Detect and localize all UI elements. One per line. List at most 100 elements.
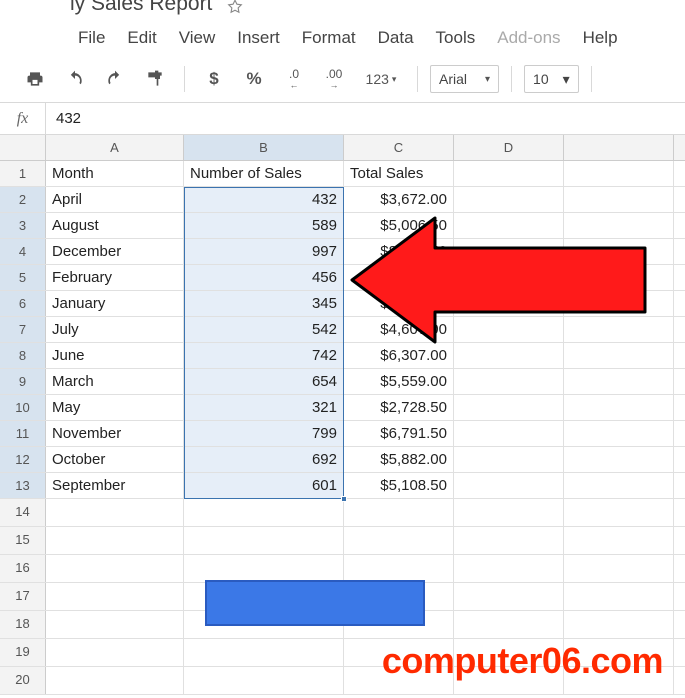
cell[interactable] (564, 343, 674, 368)
formula-input[interactable] (46, 103, 685, 134)
print-icon[interactable] (18, 64, 52, 94)
cell[interactable] (184, 527, 344, 554)
cell[interactable]: 321 (184, 395, 344, 420)
cell[interactable] (564, 369, 674, 394)
cell[interactable] (564, 213, 674, 238)
cell[interactable]: $5,882.00 (344, 447, 454, 472)
row-header[interactable]: 6 (0, 291, 46, 316)
cell[interactable]: January (46, 291, 184, 316)
decrease-decimal-button[interactable]: .0← (277, 64, 311, 94)
cell[interactable]: 542 (184, 317, 344, 342)
cell[interactable]: December (46, 239, 184, 264)
cell[interactable] (564, 395, 674, 420)
undo-icon[interactable] (58, 64, 92, 94)
row-header[interactable]: 4 (0, 239, 46, 264)
cell[interactable] (564, 161, 674, 186)
menu-tools[interactable]: Tools (436, 28, 476, 48)
row-header[interactable]: 2 (0, 187, 46, 212)
cell[interactable] (564, 421, 674, 446)
select-all-corner[interactable] (0, 135, 46, 160)
cell[interactable]: November (46, 421, 184, 446)
row-header[interactable]: 3 (0, 213, 46, 238)
col-header-a[interactable]: A (46, 135, 184, 160)
menu-data[interactable]: Data (378, 28, 414, 48)
row-header[interactable]: 7 (0, 317, 46, 342)
cell[interactable] (564, 265, 674, 290)
cell[interactable] (564, 527, 674, 554)
cell[interactable]: $5,108.50 (344, 473, 454, 498)
cell[interactable] (344, 527, 454, 554)
cell[interactable]: February (46, 265, 184, 290)
row-header[interactable]: 14 (0, 499, 46, 526)
row-header[interactable]: 15 (0, 527, 46, 554)
cell[interactable]: 456 (184, 265, 344, 290)
cell[interactable] (184, 667, 344, 694)
cell[interactable]: 692 (184, 447, 344, 472)
cell[interactable]: 742 (184, 343, 344, 368)
cell[interactable] (46, 499, 184, 526)
paint-format-icon[interactable] (138, 64, 172, 94)
cell[interactable]: Total Sales (344, 161, 454, 186)
cell[interactable] (564, 611, 674, 638)
menu-edit[interactable]: Edit (127, 28, 156, 48)
cell[interactable] (564, 317, 674, 342)
col-header-d[interactable]: D (454, 135, 564, 160)
cell[interactable] (564, 499, 674, 526)
cell[interactable]: September (46, 473, 184, 498)
row-header[interactable]: 13 (0, 473, 46, 498)
cell[interactable] (454, 369, 564, 394)
menu-help[interactable]: Help (583, 28, 618, 48)
row-header[interactable]: 19 (0, 639, 46, 666)
cell[interactable] (454, 499, 564, 526)
cell[interactable] (454, 343, 564, 368)
cell[interactable]: 654 (184, 369, 344, 394)
row-header[interactable]: 18 (0, 611, 46, 638)
row-header[interactable]: 5 (0, 265, 46, 290)
cell[interactable] (454, 187, 564, 212)
cell[interactable] (564, 239, 674, 264)
font-size-select[interactable]: 10 ▾ (524, 65, 579, 93)
cell[interactable] (46, 611, 184, 638)
cell[interactable]: April (46, 187, 184, 212)
cell[interactable] (454, 611, 564, 638)
cell[interactable] (46, 667, 184, 694)
cell[interactable] (454, 239, 564, 264)
col-header-b[interactable]: B (184, 135, 344, 160)
cell[interactable]: 589 (184, 213, 344, 238)
row-header[interactable]: 9 (0, 369, 46, 394)
currency-button[interactable]: $ (197, 64, 231, 94)
row-header[interactable]: 11 (0, 421, 46, 446)
redo-icon[interactable] (98, 64, 132, 94)
cell[interactable] (184, 639, 344, 666)
cell[interactable]: 432 (184, 187, 344, 212)
cell[interactable]: $6,307.00 (344, 343, 454, 368)
cell[interactable] (454, 473, 564, 498)
cell[interactable] (46, 527, 184, 554)
cell[interactable]: $4,607.00 (344, 317, 454, 342)
cell[interactable]: $8,474.50 (344, 239, 454, 264)
cell[interactable] (454, 161, 564, 186)
cell[interactable] (564, 291, 674, 316)
row-header[interactable]: 8 (0, 343, 46, 368)
cell[interactable]: Number of Sales (184, 161, 344, 186)
cell[interactable]: June (46, 343, 184, 368)
row-header[interactable]: 1 (0, 161, 46, 186)
more-formats-button[interactable]: 123▾ (357, 64, 405, 94)
cell[interactable] (454, 583, 564, 610)
cell[interactable] (184, 555, 344, 582)
row-header[interactable]: 17 (0, 583, 46, 610)
cell[interactable]: 997 (184, 239, 344, 264)
fill-handle[interactable] (341, 496, 347, 502)
cell[interactable]: March (46, 369, 184, 394)
cell[interactable]: 799 (184, 421, 344, 446)
cell[interactable]: 345 (184, 291, 344, 316)
star-icon[interactable] (226, 0, 244, 16)
percent-button[interactable]: % (237, 64, 271, 94)
cell[interactable] (454, 447, 564, 472)
row-header[interactable]: 10 (0, 395, 46, 420)
row-header[interactable]: 20 (0, 667, 46, 694)
cell[interactable] (184, 499, 344, 526)
cell[interactable] (454, 265, 564, 290)
cell[interactable] (46, 639, 184, 666)
cell[interactable]: August (46, 213, 184, 238)
